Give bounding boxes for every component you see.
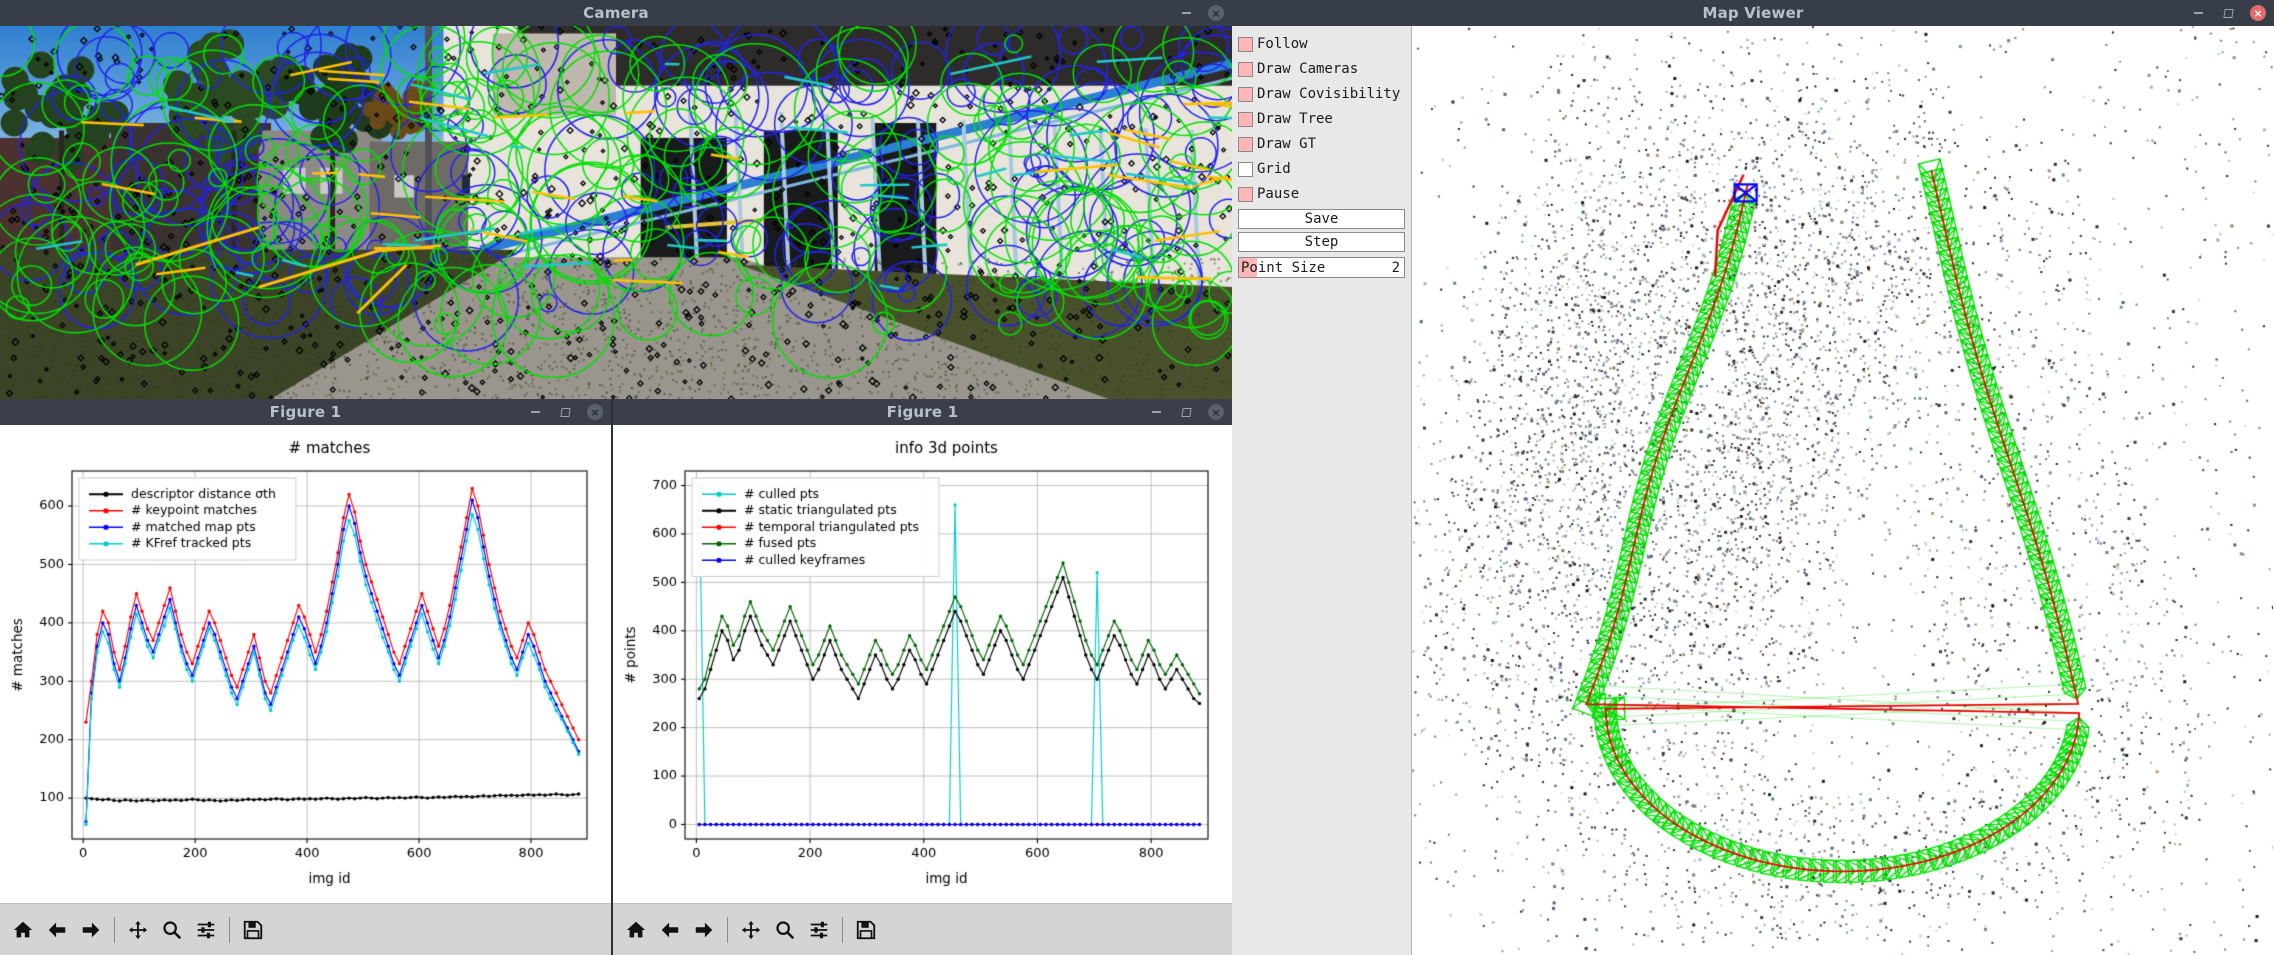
checkbox-pause[interactable]: Pause [1238, 182, 1405, 206]
map-viewer-window: Map Viewer Follow Draw Cameras Draw Covisi… [1232, 0, 2274, 955]
checkbox-draw-tree[interactable]: Draw Tree [1238, 107, 1405, 131]
checkbox-box-icon[interactable] [1238, 86, 1253, 102]
save-icon[interactable] [236, 913, 270, 947]
figure-matches-window: Figure 1 [0, 399, 611, 955]
checkbox-draw-gt[interactable]: Draw GT [1238, 132, 1405, 156]
step-button[interactable]: Step [1238, 232, 1405, 252]
toolbar-separator [229, 916, 230, 943]
figure-points-window-controls [1148, 399, 1224, 425]
minimize-icon[interactable] [527, 404, 543, 420]
checkbox-grid[interactable]: Grid [1238, 157, 1405, 181]
forward-arrow-icon[interactable] [74, 913, 108, 947]
maximize-icon[interactable] [557, 404, 573, 420]
camera-titlebar[interactable]: Camera [0, 0, 1232, 26]
toolbar-separator [842, 916, 843, 943]
subplots-icon[interactable] [189, 913, 223, 947]
checkbox-box-icon[interactable] [1238, 186, 1253, 202]
camera-feature-view [0, 26, 1232, 399]
back-arrow-icon[interactable] [653, 913, 687, 947]
figure-points-body [613, 425, 1232, 903]
checkbox-label: Draw Covisibility [1257, 86, 1401, 102]
checkbox-box-icon[interactable] [1238, 61, 1253, 77]
figure-points-window-title: Figure 1 [886, 403, 959, 421]
zoom-icon[interactable] [155, 913, 189, 947]
figure-points-titlebar[interactable]: Figure 1 [613, 399, 1232, 425]
maximize-icon[interactable] [2220, 5, 2236, 21]
checkbox-label: Grid [1257, 161, 1291, 177]
checkbox-box-icon[interactable] [1238, 36, 1253, 52]
figure-points-toolbar [613, 903, 1232, 955]
camera-window: Camera [0, 0, 1232, 399]
checkbox-box-icon[interactable] [1238, 161, 1253, 177]
point-size-slider[interactable]: Point Size 2 [1238, 257, 1405, 278]
pan-icon[interactable] [121, 913, 155, 947]
map-3d-view[interactable] [1412, 26, 2273, 955]
figure-points-window: Figure 1 [613, 399, 1232, 955]
camera-window-controls [1178, 0, 1224, 26]
map-viewer-control-panel: Follow Draw Cameras Draw Covisibility Draw … [1232, 26, 1412, 955]
save-icon[interactable] [849, 913, 883, 947]
home-icon[interactable] [619, 913, 653, 947]
save-button[interactable]: Save [1238, 209, 1405, 229]
map-viewer-body: Follow Draw Cameras Draw Covisibility Draw … [1232, 26, 2274, 955]
figure-matches-titlebar[interactable]: Figure 1 [0, 399, 611, 425]
slider-label: Point Size [1241, 259, 1326, 276]
map-viewer-window-title: Map Viewer [1702, 4, 1804, 22]
zoom-icon[interactable] [768, 913, 802, 947]
checkbox-draw-covisibility[interactable]: Draw Covisibility [1238, 82, 1405, 106]
minimize-icon[interactable] [2190, 5, 2206, 21]
forward-arrow-icon[interactable] [687, 913, 721, 947]
toolbar-separator [727, 916, 728, 943]
matches-chart [0, 425, 611, 903]
checkbox-follow[interactable]: Follow [1238, 32, 1405, 56]
points-chart [613, 425, 1232, 903]
checkbox-label: Draw Tree [1257, 111, 1333, 127]
close-icon[interactable] [587, 404, 603, 420]
checkbox-box-icon[interactable] [1238, 136, 1253, 152]
figure-matches-window-title: Figure 1 [269, 403, 342, 421]
home-icon[interactable] [6, 913, 40, 947]
maximize-icon[interactable] [1178, 404, 1194, 420]
close-icon[interactable] [1208, 404, 1224, 420]
checkbox-label: Draw Cameras [1257, 61, 1359, 77]
checkbox-label: Draw GT [1257, 136, 1317, 152]
minimize-icon[interactable] [1178, 5, 1194, 21]
minimize-icon[interactable] [1148, 404, 1164, 420]
close-icon[interactable] [1208, 5, 1224, 21]
map-viewer-window-controls [2190, 0, 2266, 26]
close-icon[interactable] [2250, 5, 2266, 21]
back-arrow-icon[interactable] [40, 913, 74, 947]
slider-value: 2 [1391, 259, 1400, 276]
subplots-icon[interactable] [802, 913, 836, 947]
checkbox-box-icon[interactable] [1238, 111, 1253, 127]
map-viewer-titlebar[interactable]: Map Viewer [1232, 0, 2274, 26]
checkbox-draw-cameras[interactable]: Draw Cameras [1238, 57, 1405, 81]
figure-matches-body [0, 425, 611, 903]
pan-icon[interactable] [734, 913, 768, 947]
camera-window-title: Camera [583, 4, 649, 22]
toolbar-separator [114, 916, 115, 943]
figure-matches-window-controls [527, 399, 603, 425]
checkbox-label: Pause [1257, 186, 1300, 202]
checkbox-label: Follow [1257, 36, 1308, 52]
figure-matches-toolbar [0, 903, 611, 955]
